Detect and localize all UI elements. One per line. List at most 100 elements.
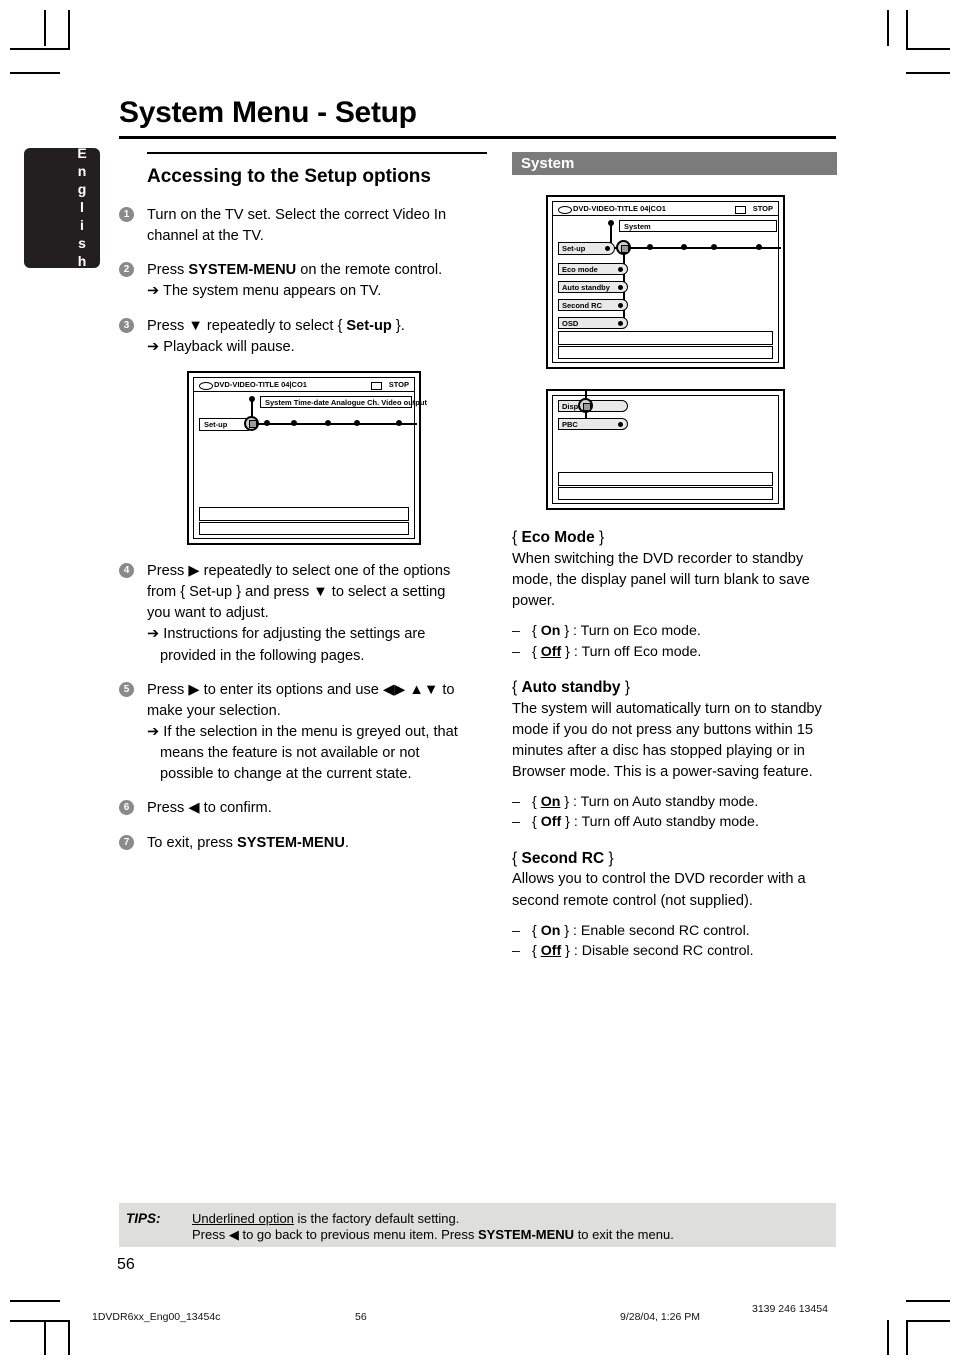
tv-info-bar-1 [199,506,409,521]
option-desc: : Disable second RC control. [573,942,754,959]
menu-dot [711,244,717,250]
menu-dot [325,419,331,426]
menu-item-label: Set-up [204,419,228,429]
arrow-icon: ➔ [147,626,160,643]
menu-option-label: Second RC [562,301,603,310]
crop-mark-top-left-v2 [44,10,46,46]
arrow-icon: ➔ [147,724,160,740]
menu-option-label: Eco mode [562,265,598,274]
menu-option-auto-standby[interactable]: Auto standby [558,281,628,293]
step-note-text: The system menu appears on TV. [163,283,382,300]
setting-option: –{ On } : Turn on Eco mode. [512,621,837,641]
setting-title: { Second RC } [512,849,837,870]
tips-line-1: Underlined option is the factory default… [192,1211,459,1226]
left-column: Accessing to the Setup options 1 Turn on… [119,152,487,867]
section-divider [147,152,487,154]
tv-info-bar-2 [558,487,773,500]
step-number: 3 [119,317,134,333]
setting-option: –{ Off } : Turn off Auto standby mode. [512,812,837,832]
menu-item-set-up[interactable]: Set-up [558,242,615,255]
setting-eco-mode: { Eco Mode } When switching the DVD reco… [512,528,837,662]
crop-mark-top-right-h [906,48,950,50]
step-text: Press ▶ repeatedly to select one of the … [147,562,451,622]
tips-label: TIPS: [126,1211,161,1226]
step-7: 7 To exit, press SYSTEM-MENU. [119,833,469,854]
step-number: 1 [119,206,134,222]
page-title: System Menu - Setup [119,96,417,129]
tv-screen-inner: DVD-VIDEO-TITLE 04|CO1 STOP System Set-u… [552,201,781,363]
option-name-default: Off [540,942,562,959]
option-desc: : Turn off Eco mode. [573,643,702,660]
crop-mark-bottom-left-h2 [10,1320,70,1322]
step-2: 2 Press SYSTEM-MENU on the remote contro… [119,260,469,302]
tips-line-1-rest: is the factory default setting. [293,1211,460,1226]
step-bold-key: SYSTEM-MENU [237,834,345,851]
step-text: Press ▶ to enter its options and use ◀▶ … [147,681,455,719]
option-name: On [540,922,561,939]
brace-close: } [560,922,574,939]
tips-line-2: Press ◀ to go back to previous menu item… [192,1227,674,1243]
menu-option-pbc[interactable]: PBC [558,418,628,430]
menu-tab-system[interactable]: System [619,220,777,232]
step-text: Press ◀ to confirm. [147,800,272,817]
brace-close: } [594,529,605,546]
brace-close: } [604,849,614,867]
menu-dot [396,419,402,426]
disc-icon [199,381,213,390]
language-tab: English [24,145,100,271]
menu-item-label: Set-up [562,244,586,253]
step-number: 7 [119,834,134,850]
footer-page-number: 56 [355,1311,367,1323]
setting-option-list: –{ On } : Enable second RC control. –{ O… [512,921,837,961]
crop-mark-bottom-right-v [887,1320,889,1355]
setting-option: –{ On } : Turn on Auto standby mode. [512,792,837,812]
menu-option-osd[interactable]: OSD [558,317,628,329]
brace-open: { [532,794,541,811]
section-bar-system: System [512,152,837,175]
step-6: 6 Press ◀ to confirm. [119,798,469,819]
menu-option-display[interactable]: Display [558,400,628,412]
menu-option-dot [618,422,623,427]
step-note: ➔ Instructions for adjusting the setting… [147,624,469,666]
dash-icon: – [512,643,520,660]
status-label: STOP [388,379,409,389]
option-desc: : Turn off Auto standby mode. [573,814,759,831]
menu-option-label: OSD [562,319,579,328]
step-number: 2 [119,262,134,278]
dash-icon: – [512,623,520,640]
step-number: 5 [119,681,134,697]
step-text-cont: }. [391,317,405,334]
brace-open: { [532,623,541,640]
menu-option-dot [618,321,623,326]
menu-option-label: Auto standby [562,283,610,292]
step-note-text: If the selection in the menu is greyed o… [160,724,458,783]
dash-icon: – [512,922,520,939]
section-bar-label: System [521,155,575,172]
option-name: On [540,623,561,640]
menu-tab-label: System [624,222,651,231]
menu-option-second-rc[interactable]: Second RC [558,299,628,311]
step-note: ➔ If the selection in the menu is greyed… [147,722,469,785]
tv-screen-display-options: Display PBC [546,389,785,510]
menu-dot [264,419,270,426]
disc-label: DVD-VIDEO-TITLE 04|CO1 [573,204,666,213]
menu-option-dot [618,267,623,272]
option-desc: : Turn on Eco mode. [573,623,701,640]
menu-dot [354,419,360,426]
menu-item-set-up[interactable]: Set-up [199,417,249,431]
setting-option: –{ On } : Enable second RC control. [512,921,837,941]
tips-line-2-b: to exit the menu. [574,1227,674,1242]
menu-option-eco-mode[interactable]: Eco mode [558,263,628,275]
brace-close: } [560,623,574,640]
step-text: Press [147,262,189,279]
step-4: 4 Press ▶ repeatedly to select one of th… [119,561,469,667]
brace-open: { [532,922,541,939]
crop-mark-top-right-v2 [887,10,889,46]
brace-close: } [560,794,574,811]
step-bold-key: SYSTEM-MENU [188,262,297,279]
language-tab-label: English [74,145,90,271]
option-name: Off [540,814,562,831]
step-text-cont: on the remote control. [296,262,443,279]
section-heading: Accessing to the Setup options [147,166,431,187]
option-desc: : Turn on Auto standby mode. [573,794,759,811]
